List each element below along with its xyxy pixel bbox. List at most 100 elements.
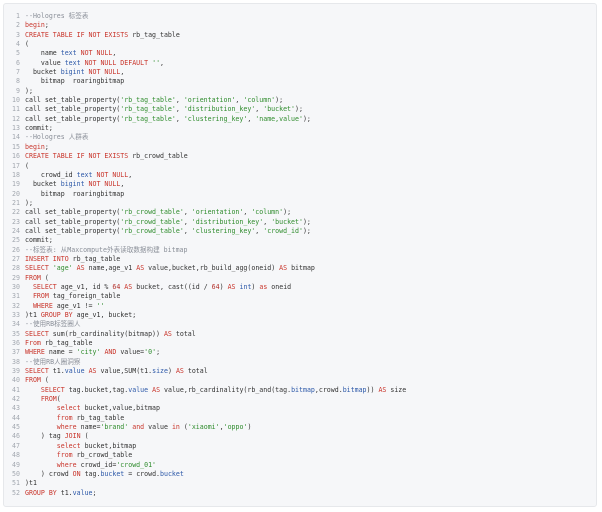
code-line: 40 FROM ( — [4, 376, 596, 385]
line-source: --使用RB标签圈人 — [25, 320, 80, 329]
code-line: 12 call set_table_property('rb_tag_table'… — [4, 115, 596, 124]
code-token: age_v1, id % — [56, 282, 113, 291]
line-number: 48 — [12, 451, 20, 460]
code-token: 'distribution_key' — [183, 105, 256, 114]
code-token: bucket,bitmap — [80, 441, 137, 450]
code-token: NOT NULL — [80, 49, 113, 58]
code-token: value,rb_cardinality(rb_and(tag. — [160, 385, 292, 394]
code-token: AS — [88, 367, 97, 376]
line-number: 20 — [12, 189, 20, 198]
line-number: 45 — [12, 423, 20, 432]
code-token: begin — [25, 21, 45, 30]
code-token: )) — [366, 385, 379, 394]
code-token: ); — [275, 96, 284, 105]
code-line: 11 call set_table_property('rb_tag_table'… — [4, 105, 596, 114]
code-token: tag. — [80, 469, 101, 478]
line-number: 47 — [12, 441, 20, 450]
code-token: 'city' — [76, 348, 101, 357]
code-line: 36 From rb_tag_table — [4, 339, 596, 348]
code-token: age_v1 != — [52, 301, 97, 310]
code-line: 44 from rb_tag_table — [4, 414, 596, 423]
code-token: --Hologres 标签表 — [25, 12, 89, 20]
code-token: total — [171, 329, 196, 338]
code-line: 30 SELECT age_v1, id % 64 AS bucket, cas… — [4, 283, 596, 292]
code-token: bucket — [25, 68, 61, 77]
line-source: )t1 — [25, 479, 37, 488]
code-token: , — [175, 114, 184, 123]
line-number: 3 — [16, 30, 20, 39]
code-token: 'crowd_01' — [116, 460, 157, 469]
line-number: 34 — [12, 320, 20, 329]
line-source: CREATE TABLE IF NOT EXISTS rb_crowd_tabl… — [25, 152, 188, 161]
code-line: 46 ) tag JOIN ( — [4, 432, 596, 441]
line-number: 19 — [12, 180, 20, 189]
code-token: name — [25, 49, 61, 58]
code-token: ) tag — [25, 432, 65, 441]
code-token: 'name,value' — [255, 114, 303, 123]
code-token: CREATE TABLE IF NOT EXISTS — [25, 30, 129, 39]
code-token: t1. — [56, 488, 73, 497]
code-line: 21); — [4, 199, 596, 208]
line-number: 26 — [12, 245, 20, 254]
code-token: SELECT — [32, 282, 57, 291]
line-source: --Hologres 人群表 — [25, 133, 88, 142]
code-line: 32 WHERE age_v1 != '' — [4, 302, 596, 311]
code-token: age_v1, bucket; — [72, 311, 137, 319]
line-source: ); — [25, 199, 33, 208]
code-line: 24 call set_table_property('rb_crowd_tabl… — [4, 227, 596, 236]
line-number: 33 — [12, 311, 20, 319]
code-token: bucket — [25, 180, 61, 189]
line-number: 36 — [12, 339, 20, 348]
code-token: ( — [80, 432, 89, 441]
code-token: call set_table_property( — [25, 208, 121, 217]
code-token: bucket,value,bitmap — [80, 404, 160, 413]
code-token: 'clustering_key' — [191, 226, 256, 235]
code-token: AS — [163, 329, 172, 338]
code-token: 'column' — [243, 96, 276, 105]
line-number: 40 — [12, 376, 20, 385]
code-token: commit; — [25, 236, 53, 245]
code-token: call set_table_property( — [25, 105, 121, 114]
line-source: name text NOT NULL, — [25, 49, 116, 58]
code-token: 'orientation' — [183, 96, 236, 105]
code-line: 25 commit; — [4, 236, 596, 245]
code-token: ); — [295, 105, 303, 114]
code-token: NOT NULL DEFAULT — [84, 58, 149, 67]
code-token: text — [60, 49, 77, 58]
line-number: 12 — [12, 114, 20, 123]
code-token: 'oppo' — [223, 423, 248, 432]
line-number: 28 — [12, 264, 20, 273]
line-number: 52 — [12, 488, 20, 497]
line-number: 16 — [12, 152, 20, 161]
code-token: FROM — [25, 376, 41, 385]
line-number: 42 — [12, 395, 20, 404]
line-number: 22 — [12, 208, 20, 217]
line-number: 31 — [12, 292, 20, 301]
code-token: ); — [25, 86, 33, 95]
line-number: 27 — [12, 254, 20, 263]
code-token: ); — [302, 217, 311, 226]
line-source: bucket bigint NOT NULL, — [25, 180, 124, 189]
code-token: 'crowd_id' — [263, 226, 303, 235]
code-token: text — [76, 170, 93, 179]
code-line: 39 SELECT t1.value AS value,SUM(t1.size) … — [4, 367, 596, 376]
code-token: oneid — [267, 282, 292, 291]
code-token: 'distribution_key' — [191, 217, 264, 226]
code-line: 22 call set_table_property('rb_crowd_tabl… — [4, 208, 596, 217]
code-token: rb_tag_table — [68, 254, 121, 263]
code-token: bitmap — [291, 385, 315, 394]
code-token: ); — [302, 114, 311, 123]
code-token: 'rb_tag_table' — [120, 96, 176, 105]
line-source: call set_table_property('rb_tag_table', … — [25, 115, 311, 124]
code-token: NOT NULL — [96, 170, 129, 179]
code-token: , — [160, 58, 165, 67]
code-line: 6 value text NOT NULL DEFAULT '', — [4, 59, 596, 68]
code-token: ) — [219, 282, 228, 291]
code-token: AND — [104, 348, 117, 357]
code-token: from — [56, 451, 73, 460]
code-token: crowd_id= — [76, 460, 117, 469]
code-token: from — [56, 413, 73, 422]
line-source: )t1 GROUP BY age_v1, bucket; — [25, 311, 136, 320]
